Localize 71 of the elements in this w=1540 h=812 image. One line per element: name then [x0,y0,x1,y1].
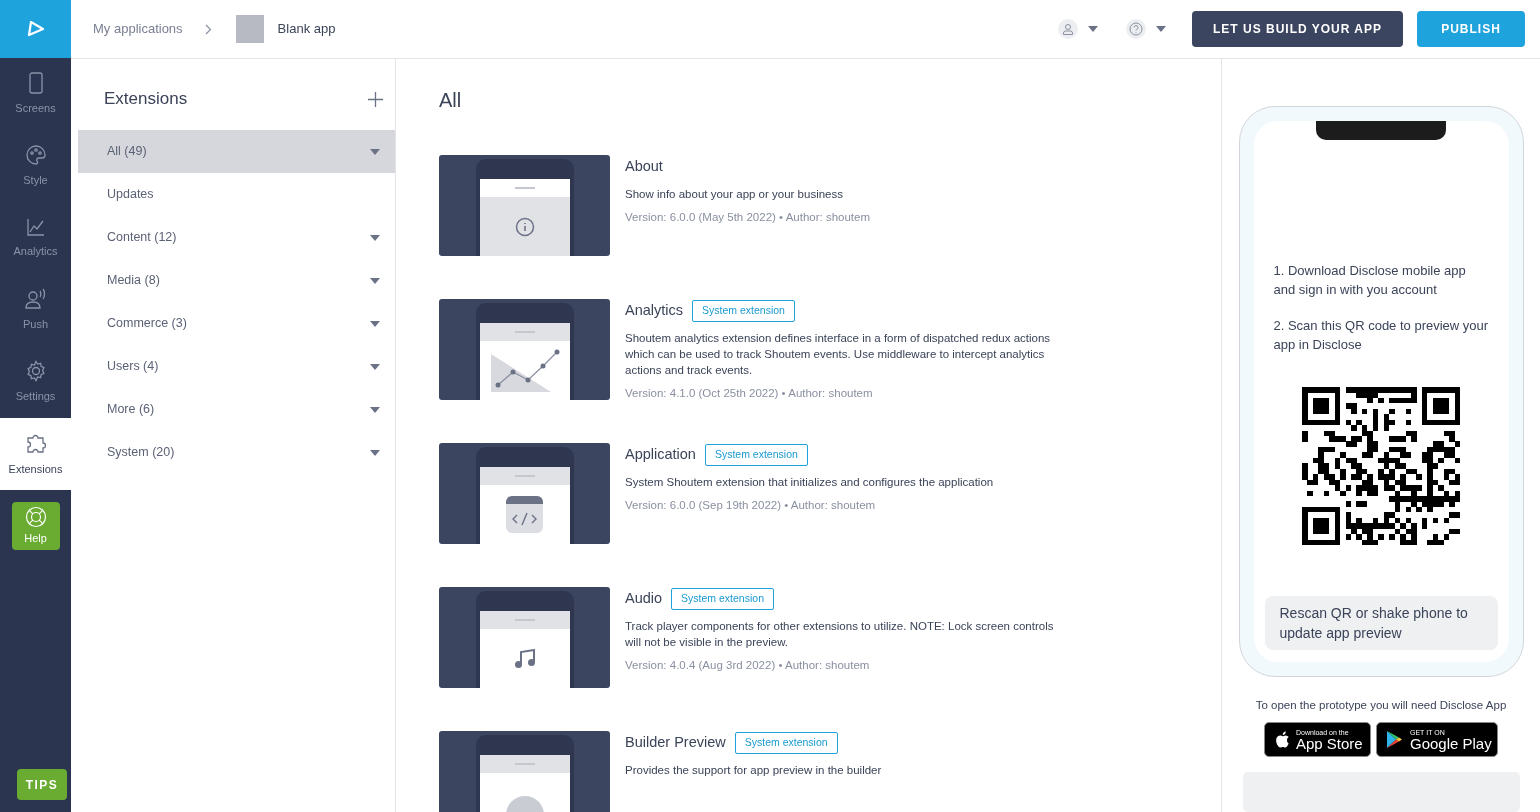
extension-description: System Shoutem extension that initializes and configures the application [625,475,995,490]
rail-item[interactable]: Settings [0,346,71,418]
app-name: Blank app [277,20,336,39]
instruction-text: 1. Download Disclose mobile app and sign in with you account [1273,262,1467,299]
extension-description: Show info about your app or your business [625,186,844,202]
settings-icon [24,359,47,382]
panel-title: Extensions [104,88,188,111]
extension-description: Track player components for other extensions to utilize. NOTE: Lock screen controls will not be visible in the preview. [625,619,1055,650]
extension-description: Shoutem analytics extension defines interface in a form of dispatched redux actions which can be used to track Shoutem events. Use middleware to intercept analytics actions and track events. [625,331,1052,378]
system-extension-tag: System extension [671,588,774,610]
person-broadcast-icon [23,287,48,310]
rail-item[interactable]: Style [0,130,71,202]
caret-icon [370,234,380,241]
build-app-button[interactable]: LET US BUILD YOUR APP [1192,11,1403,47]
caret-icon [1156,26,1166,32]
caret-icon [370,406,380,413]
info-icon [514,216,535,237]
rail-item[interactable]: Push [0,274,71,346]
play-triangle-icon [1386,730,1403,749]
lifebuoy-icon [24,505,47,528]
category-item[interactable]: Content (12) [78,216,395,259]
extension-version: Version: 6.0.0 (May 5th 2022) • Author: shoutem [625,209,872,225]
palette-icon [24,143,47,166]
caret-icon [370,148,380,155]
instruction-text: 2. Scan this QR code to preview your app in Disclose [1273,317,1489,354]
category-item[interactable]: Commerce (3) [78,302,395,345]
logo-icon [26,21,45,37]
rail-item[interactable]: Analytics [0,202,71,274]
code-window-icon [506,496,543,533]
extension-name: About [625,157,663,176]
extension-name: Builder Preview [625,733,726,753]
category-item[interactable]: Users (4) [78,345,395,388]
category-item[interactable]: Media (8) [78,259,395,302]
category-item[interactable]: All (49) [78,130,395,173]
rail-item[interactable]: Extensions [0,418,71,490]
category-item[interactable]: More (6) [78,388,395,431]
extension-name: Application [625,445,696,465]
caret-icon [1088,26,1098,32]
extension-description: Provides the support for app preview in the builder [625,763,883,778]
help-icon [1126,19,1146,39]
badge-large-text: Google Play [1410,735,1492,751]
system-extension-tag: System extension [734,732,838,754]
caption-text: To open the prototype you will need Disclose App [1255,697,1507,713]
plus-icon[interactable] [368,91,383,107]
caret-icon [370,277,380,284]
chart-icon [25,216,46,237]
system-extension-tag: System extension [692,300,795,322]
category-item[interactable]: Updates [78,173,395,216]
caret-icon [370,363,380,370]
extension-version: Version: 4.0.4 (Aug 3rd 2022) • Author: shoutem [625,658,871,673]
rescan-notice: Rescan QR or shake phone to update app preview [1264,595,1498,650]
caret-icon [370,449,380,456]
rail-item[interactable]: Screens [0,58,71,130]
app-thumbnail [235,15,264,43]
extension-version: Version: 4.1.0 (Oct 25th 2022) • Author: shoutem [625,386,874,401]
account-menu[interactable] [1058,19,1098,39]
category-item[interactable]: System (20) [78,431,395,474]
system-extension-tag: System extension [704,444,808,466]
help-menu[interactable] [1126,19,1166,39]
music-note-icon [513,648,536,669]
extension-name: Analytics [625,301,684,321]
apple-icon [1274,730,1290,749]
badge-large-text: App Store [1296,735,1363,751]
caret-icon [370,320,380,327]
extension-name: Audio [625,589,663,609]
breadcrumb-link[interactable]: My applications [93,19,183,39]
extension-version: Version: 6.0.0 (Sep 19th 2022) • Author: shoutem [625,498,877,513]
user-icon [1058,19,1078,39]
chevron-right-icon [204,23,212,35]
logo-tile[interactable] [0,0,71,58]
page-title: All [439,88,463,113]
